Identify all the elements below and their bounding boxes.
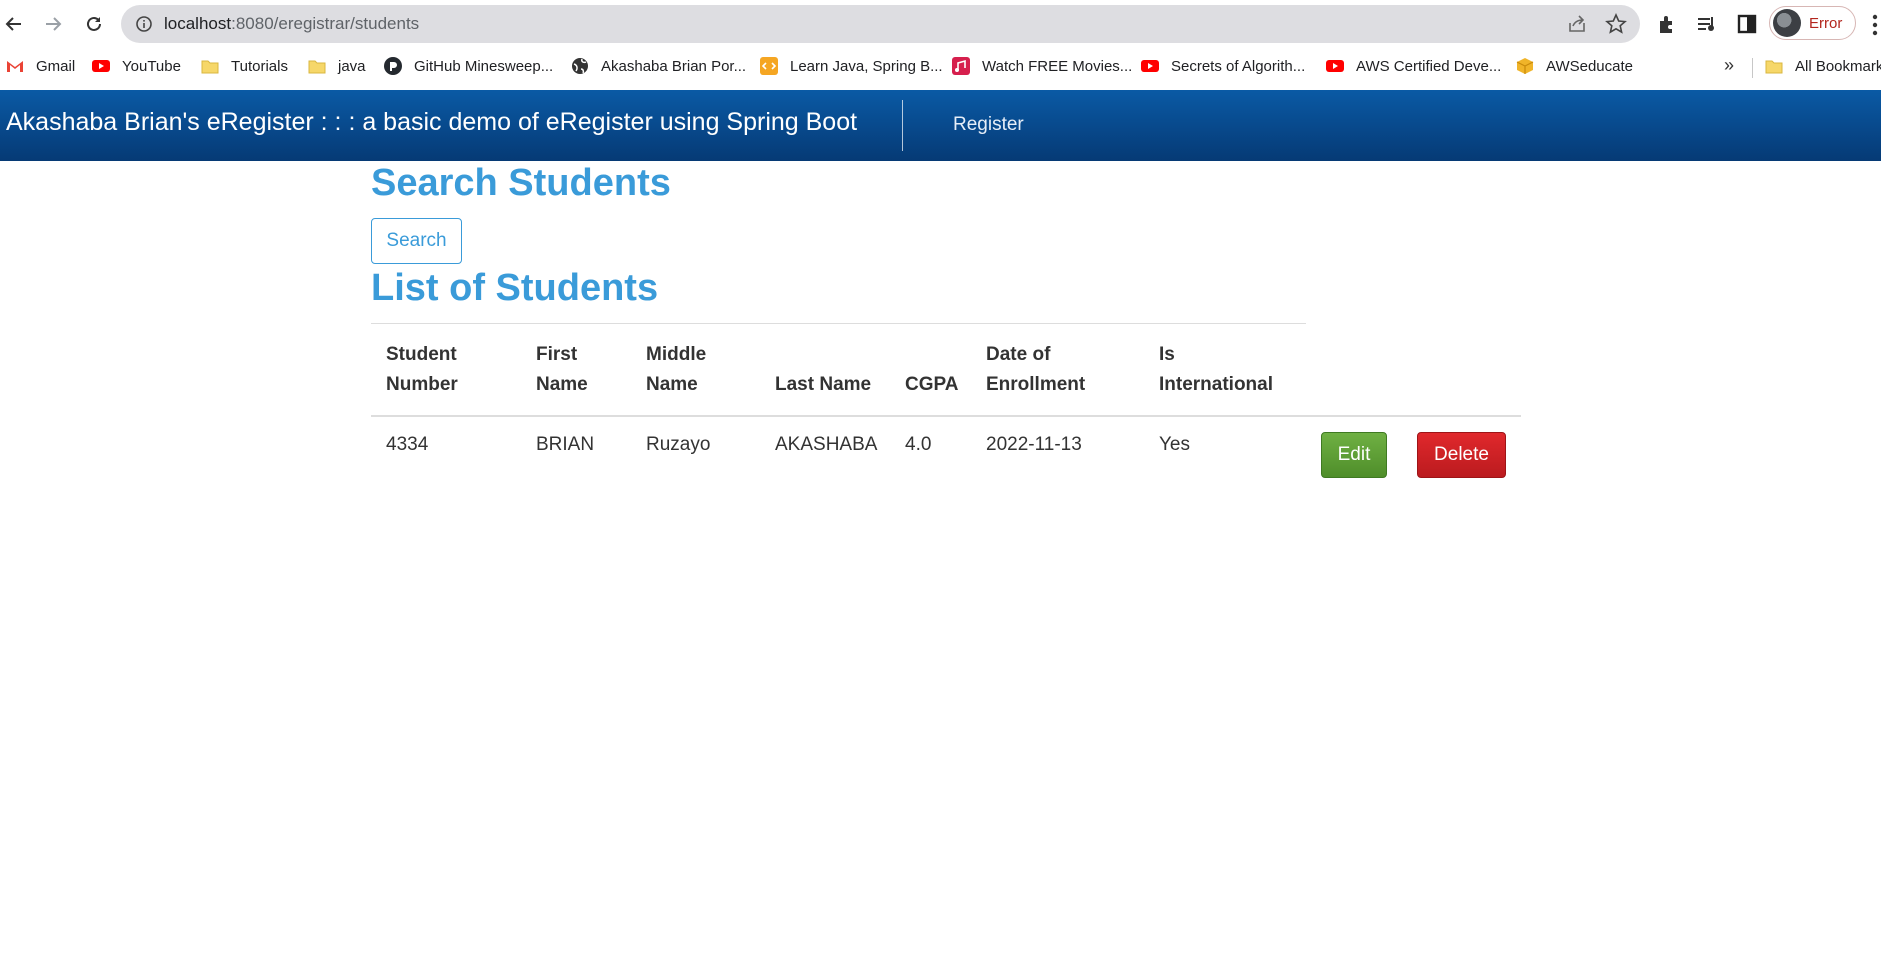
app-navbar: Akashaba Brian's eRegister : : : a basic… [0, 90, 1881, 161]
navbar-divider [902, 100, 903, 151]
bookmark-label: YouTube [122, 57, 181, 75]
folder-icon [201, 57, 219, 75]
column-header-line: International [1159, 374, 1274, 395]
column-header-line: Enrollment [986, 374, 1086, 395]
bookmark-item[interactable]: Akashaba Brian Por... [571, 57, 746, 75]
all-bookmarks-folder[interactable]: All Bookmarks [1765, 57, 1881, 75]
column-header-cgpa: CGPA [905, 340, 958, 400]
bookmark-item[interactable]: Learn Java, Spring B... [760, 57, 943, 75]
youtube-icon [1141, 57, 1159, 75]
url-text[interactable]: localhost:8080/eregistrar/students [164, 14, 419, 34]
bookmark-item[interactable]: GitHub Minesweep... [384, 57, 553, 75]
forward-icon[interactable] [39, 10, 67, 38]
bookmark-item[interactable]: YouTube [92, 57, 181, 75]
cell-student-number: 4334 [386, 434, 429, 455]
cell-is-international: Yes [1159, 434, 1190, 455]
bookmarks-overflow-button[interactable]: » [1724, 55, 1734, 76]
browser-toolbar: localhost:8080/eregistrar/students Error [0, 0, 1881, 48]
delete-button[interactable]: Delete [1417, 432, 1506, 478]
cell-middle-name: Ruzayo [646, 434, 711, 455]
column-header-line [775, 340, 871, 370]
bookmark-label: Secrets of Algorith... [1171, 57, 1306, 75]
globe-icon [571, 57, 589, 75]
share-icon[interactable] [1567, 14, 1587, 34]
cell-first-name: BRIAN [536, 434, 595, 455]
table-top-border [371, 323, 1306, 324]
media-control-icon[interactable] [1696, 13, 1718, 35]
column-header-line: Middle [646, 344, 707, 365]
column-header-line: Name [646, 374, 698, 395]
table-header-border [371, 415, 1521, 417]
column-header-is-international: Is International [1159, 340, 1273, 400]
column-header-line: Student [386, 344, 457, 365]
bookmark-label: AWS Certified Deve... [1356, 57, 1502, 75]
bookmark-label: GitHub Minesweep... [414, 57, 554, 75]
column-header-line: Date of [986, 344, 1051, 365]
bookmark-item[interactable]: Gmail [6, 57, 75, 75]
cell-date-of-enrollment: 2022-11-13 [986, 434, 1082, 455]
url-path: :8080/eregistrar/students [231, 14, 420, 33]
extensions-icon[interactable] [1656, 13, 1678, 35]
box-icon [1516, 57, 1534, 75]
column-header-middle-name: Middle Name [646, 340, 706, 400]
youtube-icon [92, 57, 110, 75]
side-panel-icon[interactable] [1736, 13, 1758, 35]
address-bar[interactable]: localhost:8080/eregistrar/students [121, 5, 1640, 43]
bookmark-label: Learn Java, Spring B... [790, 57, 943, 75]
edit-button[interactable]: Edit [1321, 432, 1387, 478]
column-header-last-name: Last Name [775, 340, 871, 400]
bookmark-item[interactable]: Secrets of Algorith... [1141, 57, 1305, 75]
bookmark-item[interactable]: AWSeducate [1516, 57, 1633, 75]
bookmark-label: Watch FREE Movies... [982, 57, 1133, 75]
column-header-line: Name [536, 374, 588, 395]
cell-cgpa: 4.0 [905, 434, 932, 455]
cell-last-name: AKASHABA [775, 434, 878, 455]
search-button[interactable]: Search [371, 218, 462, 264]
column-header-student-number: Student Number [386, 340, 458, 400]
column-header-line [905, 340, 958, 370]
profile-status: Error [1809, 14, 1843, 32]
column-header-line: Is [1159, 344, 1175, 365]
url-host: localhost [164, 14, 232, 33]
column-header-line: CGPA [905, 374, 959, 395]
browser-menu-icon[interactable] [1872, 14, 1878, 36]
gmail-icon [6, 57, 24, 75]
list-of-students-heading: List of Students [371, 267, 659, 309]
all-bookmarks-label: All Bookmarks [1795, 57, 1881, 75]
movie-icon [952, 57, 970, 75]
site-info-icon[interactable] [135, 15, 153, 33]
bookmark-label: Tutorials [231, 57, 288, 75]
youtube-icon [1326, 57, 1344, 75]
bookmark-item[interactable]: java [308, 57, 366, 75]
app-brand[interactable]: Akashaba Brian's eRegister : : : a basic… [6, 108, 857, 137]
column-header-line: Number [386, 374, 458, 395]
back-icon[interactable] [0, 10, 28, 38]
column-header-line: First [536, 344, 578, 365]
bookmark-star-icon[interactable] [1605, 13, 1627, 35]
profile-button[interactable]: Error [1769, 6, 1856, 40]
code-icon [760, 57, 778, 75]
register-link[interactable]: Register [953, 114, 1024, 136]
bookmark-label: java [338, 57, 366, 75]
bookmark-item[interactable]: Watch FREE Movies... [952, 57, 1132, 75]
bookmark-label: Akashaba Brian Por... [601, 57, 747, 75]
column-header-line: Last Name [775, 374, 872, 395]
folder-icon [308, 57, 326, 75]
bookmark-label: Gmail [36, 57, 76, 75]
bookmark-item[interactable]: AWS Certified Deve... [1326, 57, 1501, 75]
column-header-first-name: First Name [536, 340, 588, 400]
avatar [1773, 9, 1801, 37]
bookmarks-bar: » All Bookmarks Gmail YouTube Tutorials jav… [0, 48, 1881, 87]
folder-icon [1765, 57, 1783, 75]
column-header-date-of-enrollment: Date of Enrollment [986, 340, 1085, 400]
reload-icon[interactable] [80, 10, 108, 38]
bookmark-item[interactable]: Tutorials [201, 57, 288, 75]
github-icon [384, 57, 402, 75]
search-students-heading: Search Students [371, 162, 671, 204]
bookmark-label: AWSeducate [1546, 57, 1633, 75]
bookmarks-divider [1752, 58, 1753, 78]
